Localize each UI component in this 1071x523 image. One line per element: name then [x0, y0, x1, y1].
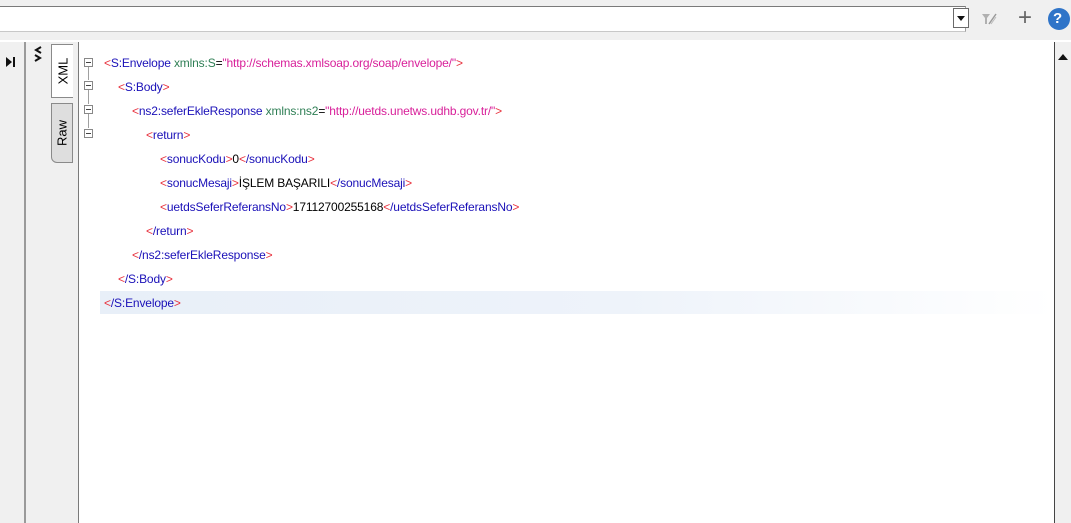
filter-icon[interactable]: [981, 11, 997, 27]
tab-xml-label: XML: [55, 57, 70, 85]
fold-toggle-return[interactable]: [84, 129, 93, 138]
fold-toggle-body[interactable]: [84, 81, 93, 90]
scroll-up-icon[interactable]: [1058, 54, 1068, 60]
tab-raw-label: Raw: [54, 119, 70, 147]
address-input[interactable]: [0, 6, 966, 32]
fold-toggle-envelope[interactable]: [84, 58, 93, 67]
splitter-arrows-icon[interactable]: [33, 46, 43, 62]
xml-line-envelope-open[interactable]: <S:Envelope xmlns:S="http://schemas.xmls…: [104, 56, 463, 70]
xml-line-body-close[interactable]: </S:Body>: [118, 272, 173, 286]
fold-line: [88, 90, 89, 104]
vertical-scrollbar[interactable]: [1054, 42, 1071, 523]
tab-xml[interactable]: XML: [51, 44, 73, 98]
xml-line-body-open[interactable]: <S:Body>: [118, 80, 170, 94]
dropdown-button[interactable]: [953, 8, 969, 28]
tab-raw[interactable]: Raw: [51, 103, 73, 163]
xml-line-return-close[interactable]: </return>: [146, 224, 194, 238]
fold-toggle-response[interactable]: [84, 105, 93, 114]
chevron-down-icon: [957, 16, 965, 21]
fold-line: [88, 114, 89, 128]
help-icon[interactable]: ?: [1048, 8, 1070, 30]
xml-line-referans[interactable]: <uetdsSeferReferansNo>17112700255168</ue…: [160, 200, 519, 214]
current-line-highlight: [100, 291, 1055, 314]
fold-line: [88, 67, 89, 80]
plus-icon[interactable]: +: [1018, 6, 1032, 30]
splitter[interactable]: [26, 42, 44, 523]
xml-line-return-open[interactable]: <return>: [146, 128, 190, 142]
xml-line-response-close[interactable]: </ns2:seferEkleResponse>: [132, 248, 273, 262]
collapse-left-icon[interactable]: [4, 56, 16, 68]
xml-line-envelope-close[interactable]: </S:Envelope>: [104, 296, 181, 310]
xml-line-sonucmesaji[interactable]: <sonucMesaji>İŞLEM BAŞARILI</sonucMesaji…: [160, 176, 412, 190]
xml-line-sonuckodu[interactable]: <sonucKodu>0</sonucKodu>: [160, 152, 315, 166]
xml-line-response-open[interactable]: <ns2:seferEkleResponse xmlns:ns2="http:/…: [132, 104, 502, 118]
